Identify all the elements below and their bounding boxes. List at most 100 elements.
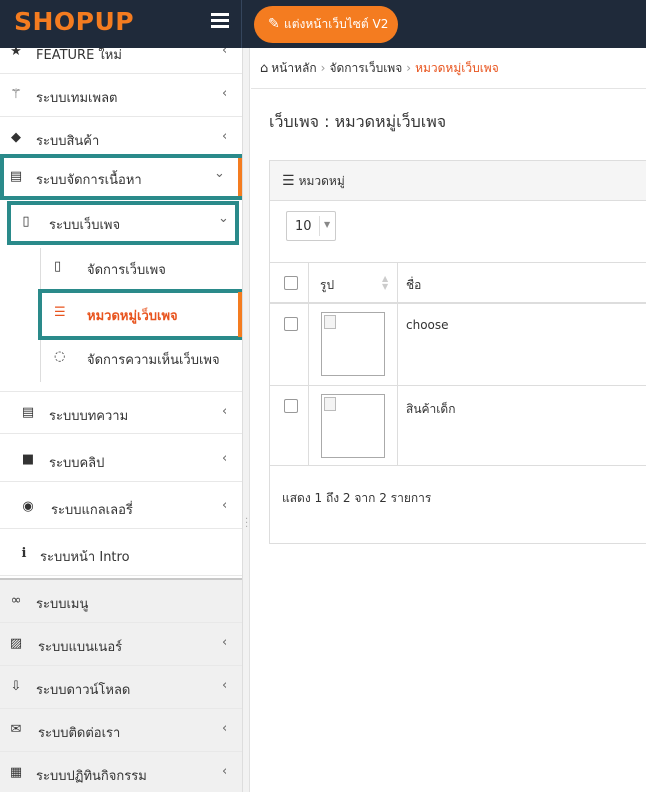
sidebar-item-templates[interactable]: ⚚ ระบบเทมเพลต ‹ xyxy=(0,74,242,117)
link-icon: ∞ xyxy=(10,593,22,608)
sidebar-item-label: ระบบหน้า Intro xyxy=(40,550,130,565)
chevron-right-icon: › xyxy=(320,61,326,75)
file-icon: ▯ xyxy=(54,259,62,274)
sidebar-item-calendar[interactable]: ▦ ระบบปฏิทินกิจกรรม ‹ xyxy=(0,752,242,792)
row-checkbox[interactable] xyxy=(284,317,298,331)
panel-heading: ☰ หมวดหมู่ xyxy=(270,161,646,201)
hamburger-menu-icon[interactable] xyxy=(211,13,229,31)
chevron-left-icon: ‹ xyxy=(222,129,228,144)
sidebar-item-label: ระบบบทความ xyxy=(49,409,129,424)
chevron-left-icon: ‹ xyxy=(222,451,228,466)
magic-wand-icon: ⚚ xyxy=(10,87,22,102)
list-icon: ☰ xyxy=(54,305,66,320)
sidebar-subitem-label: จัดการเว็บเพจ xyxy=(87,263,166,278)
breadcrumb-manage-webpages[interactable]: จัดการเว็บเพจ xyxy=(329,61,402,75)
sidebar-item-new-feature[interactable]: ★ FEATURE ใหม่ ‹ xyxy=(0,48,242,74)
article-icon: ▤ xyxy=(21,405,35,420)
info-icon: i xyxy=(21,546,27,561)
chevron-left-icon: ‹ xyxy=(222,678,228,693)
column-header-name[interactable]: ชื่อ xyxy=(406,276,421,295)
menu-icon: ☰ xyxy=(282,173,295,189)
sidebar-subitem-label: จัดการความเห็นเว็บเพจ xyxy=(87,353,220,368)
edit-website-v2-button[interactable]: ✎ แต่งหน้าเว็บไซต์ V2 xyxy=(254,6,398,43)
sidebar-item-label: ระบบคลิป xyxy=(49,456,105,471)
chevron-left-icon: ‹ xyxy=(222,764,228,779)
select-divider xyxy=(319,216,320,236)
shopup-logo[interactable]: SHOPUP xyxy=(14,7,134,36)
column-divider xyxy=(308,263,309,303)
sidebar-item-intro[interactable]: i ระบบหน้า Intro xyxy=(0,533,242,576)
highlight-box-content-management xyxy=(0,154,242,200)
column-divider xyxy=(308,304,309,385)
sidebar-item-label: ระบบเมนู xyxy=(36,597,89,612)
sidebar-item-label: ระบบสินค้า xyxy=(36,134,100,149)
table-row[interactable]: สินค้าเด็ก xyxy=(270,386,646,466)
sidebar-item-label: ระบบปฏิทินกิจกรรม xyxy=(36,769,147,784)
sidebar-item-label: ระบบติดต่อเรา xyxy=(38,726,121,741)
topbar-divider xyxy=(241,0,242,48)
caret-down-icon: ▼ xyxy=(324,220,331,229)
grip-icon: · · · xyxy=(245,514,249,533)
chevron-left-icon: ‹ xyxy=(222,48,228,58)
camera-icon: ◉ xyxy=(22,499,34,514)
broken-image-icon xyxy=(324,315,336,329)
sidebar-item-label: ระบบเทมเพลต xyxy=(36,91,118,106)
table-info: แสดง 1 ถึง 2 จาก 2 รายการ xyxy=(282,491,432,505)
comment-icon: ◌ xyxy=(54,349,66,364)
highlight-box-webpages xyxy=(7,201,239,245)
category-name[interactable]: สินค้าเด็ก xyxy=(406,400,455,419)
broken-image-icon xyxy=(324,397,336,411)
sidebar-item-label: FEATURE ใหม่ xyxy=(36,48,122,63)
envelope-icon: ✉ xyxy=(10,722,22,737)
sidebar-resize-handle[interactable]: · · · xyxy=(243,48,250,792)
table-header: รูป ▲ ▼ ชื่อ xyxy=(270,262,646,304)
calendar-icon: ▦ xyxy=(9,765,23,780)
sidebar-item-webpage-comments[interactable]: ◌ จัดการความเห็นเว็บเพจ xyxy=(41,336,241,380)
sidebar: ★ FEATURE ใหม่ ‹ ⚚ ระบบเทมเพลต ‹ ◆ ระบบส… xyxy=(0,48,243,792)
breadcrumb-current: หมวดหมู่เว็บเพจ xyxy=(415,61,499,75)
video-camera-icon: ■ xyxy=(21,452,35,467)
gift-icon: ◆ xyxy=(11,130,21,145)
sidebar-subitem-label: หมวดหมู่เว็บเพจ xyxy=(87,309,178,324)
category-thumbnail[interactable] xyxy=(321,394,385,458)
sidebar-item-webpage-categories[interactable]: ☰ หมวดหมู่เว็บเพจ xyxy=(41,292,241,336)
page-length-select[interactable]: 10 ▼ xyxy=(286,211,336,241)
sidebar-item-manage-webpages[interactable]: ▯ จัดการเว็บเพจ xyxy=(41,246,241,290)
sidebar-item-label: ระบบแกลเลอรี่ xyxy=(51,503,133,518)
chevron-left-icon: ‹ xyxy=(222,86,228,101)
page-title: เว็บเพจ : หมวดหมู่เว็บเพจ xyxy=(269,112,447,131)
edit-website-v2-label: แต่งหน้าเว็บไซต์ V2 xyxy=(284,17,389,31)
chevron-left-icon: ‹ xyxy=(222,635,228,650)
magic-wand-icon: ✎ xyxy=(268,16,280,32)
sidebar-item-label: ระบบแบนเนอร์ xyxy=(38,640,123,655)
chevron-left-icon: ‹ xyxy=(222,498,228,513)
chevron-left-icon: ‹ xyxy=(222,404,228,419)
select-all-checkbox[interactable] xyxy=(284,276,298,290)
column-divider xyxy=(397,386,398,465)
sidebar-item-label: ระบบดาวน์โหลด xyxy=(36,683,131,698)
category-name[interactable]: choose xyxy=(406,318,449,332)
panel-heading-label: หมวดหมู่ xyxy=(298,174,345,188)
sidebar-item-articles[interactable]: ▤ ระบบบทความ ‹ xyxy=(0,391,242,434)
column-header-image[interactable]: รูป xyxy=(320,276,334,295)
category-thumbnail[interactable] xyxy=(321,312,385,376)
sidebar-item-menus[interactable]: ∞ ระบบเมนู xyxy=(0,580,242,623)
chevron-left-icon: ‹ xyxy=(222,721,228,736)
sort-icon[interactable]: ▲ ▼ xyxy=(382,275,388,291)
main-content: ⌂ หน้าหลัก › จัดการเว็บเพจ › หมวดหมู่เว็บเพจ … xyxy=(251,48,646,792)
row-checkbox[interactable] xyxy=(284,399,298,413)
image-icon: ▨ xyxy=(9,636,23,651)
download-icon: ⇩ xyxy=(10,679,22,694)
sidebar-item-banners[interactable]: ▨ ระบบแบนเนอร์ ‹ xyxy=(0,623,242,666)
page-length-value: 10 xyxy=(295,219,312,234)
sidebar-item-gallery[interactable]: ◉ ระบบแกลเลอรี่ ‹ xyxy=(0,486,242,529)
sidebar-item-contact[interactable]: ✉ ระบบติดต่อเรา ‹ xyxy=(0,709,242,752)
breadcrumb-home[interactable]: หน้าหลัก xyxy=(271,61,316,75)
home-icon[interactable]: ⌂ xyxy=(260,61,268,76)
sidebar-item-clips[interactable]: ■ ระบบคลิป ‹ xyxy=(0,439,242,482)
column-divider xyxy=(397,263,398,303)
sidebar-item-downloads[interactable]: ⇩ ระบบดาวน์โหลด ‹ xyxy=(0,666,242,709)
table-row[interactable]: choose xyxy=(270,304,646,386)
column-divider xyxy=(397,304,398,385)
column-divider xyxy=(308,386,309,465)
